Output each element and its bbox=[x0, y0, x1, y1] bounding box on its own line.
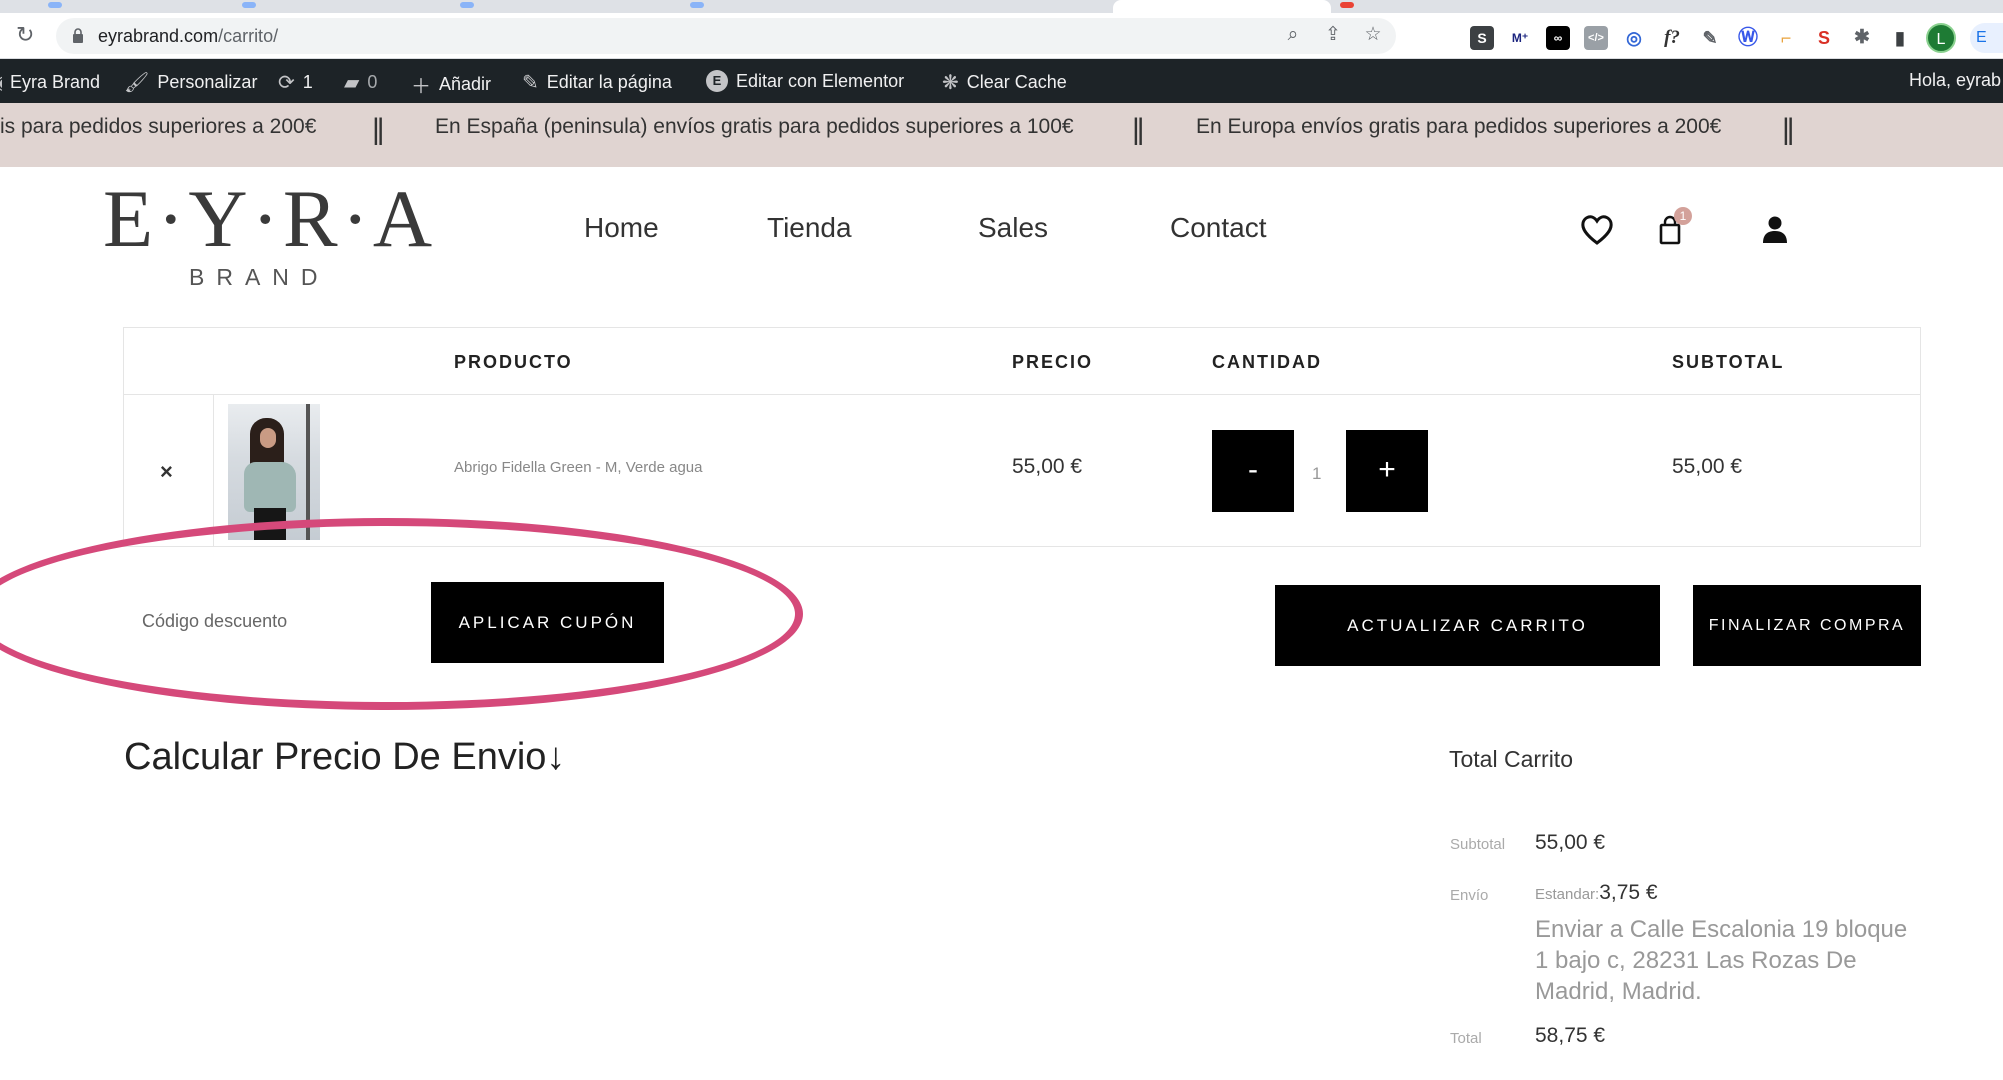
ext-font-icon[interactable]: f? bbox=[1660, 26, 1684, 50]
column-price: PRECIO bbox=[1012, 352, 1094, 372]
adminbar-account[interactable]: Hola, eyrab bbox=[1909, 70, 2001, 91]
adminbar-comments[interactable]: ▰ 0 bbox=[344, 70, 377, 95]
announcement-message: En España (peninsula) envíos gratis para… bbox=[435, 115, 1074, 138]
nav-tienda[interactable]: Tienda bbox=[767, 212, 852, 244]
ext-ruler-icon[interactable]: ⌐ bbox=[1774, 26, 1798, 50]
line-subtotal: 55,00 € bbox=[1672, 455, 1743, 478]
url-text: eyrabrand.com/carrito/ bbox=[98, 26, 279, 46]
comment-icon: ▰ bbox=[344, 72, 360, 94]
extensions-puzzle-icon[interactable]: ✱ bbox=[1850, 26, 1874, 50]
ext-s-icon[interactable]: S bbox=[1470, 26, 1494, 50]
wp-admin-bar: ◉ Eyra Brand 🖌 Personalizar ⟳ 1 ▰ 0 ＋ Añ… bbox=[0, 59, 2003, 103]
product-price: 55,00 € bbox=[1012, 455, 1083, 478]
tab-favicon bbox=[48, 2, 62, 8]
tab-favicon bbox=[690, 2, 704, 8]
announcement-separator: || bbox=[1782, 113, 1794, 146]
shipping-address: Enviar a Calle Escalonia 19 bloque 1 baj… bbox=[1535, 916, 1908, 1005]
bookmark-star-icon[interactable]: ☆ bbox=[1362, 24, 1384, 46]
ext-m-icon[interactable]: M⁺ bbox=[1508, 26, 1532, 50]
adminbar-new[interactable]: ＋ Añadir bbox=[411, 70, 491, 99]
shipping-label: Envío bbox=[1450, 887, 1489, 904]
annotation-ellipse bbox=[0, 518, 803, 710]
brush-icon: 🖌 bbox=[124, 72, 150, 94]
cart-count-badge: 1 bbox=[1674, 207, 1692, 225]
column-product: PRODUCTO bbox=[454, 352, 573, 372]
adminbar-edit-page[interactable]: ✎ Editar la página bbox=[522, 70, 672, 95]
ext-globe-icon[interactable]: ◎ bbox=[1622, 26, 1646, 50]
ext-eyedropper-icon[interactable]: ✎ bbox=[1698, 26, 1722, 50]
tab-favicon bbox=[460, 2, 474, 8]
browser-toolbar: ↻ eyrabrand.com/carrito/ ⌕ ⇪ ☆ S M⁺ ∞ </… bbox=[0, 13, 2003, 59]
ext-code-icon[interactable]: </> bbox=[1584, 26, 1608, 50]
nav-sales[interactable]: Sales bbox=[978, 212, 1048, 244]
announcement-separator: || bbox=[372, 113, 384, 146]
lock-icon bbox=[73, 28, 83, 43]
tab-favicon bbox=[1340, 2, 1354, 8]
announcement-separator: || bbox=[1132, 113, 1144, 146]
shipping-value: Estandar:3,75 € bbox=[1535, 881, 1658, 904]
browser-tabstrip bbox=[0, 0, 2003, 13]
ext-seo-icon[interactable]: S bbox=[1812, 26, 1836, 50]
refresh-icon: ⟳ bbox=[278, 72, 295, 94]
nav-home[interactable]: Home bbox=[584, 212, 659, 244]
address-bar[interactable]: eyrabrand.com/carrito/ ⌕ ⇪ ☆ bbox=[56, 18, 1396, 54]
zoom-icon[interactable]: ⌕ bbox=[1282, 24, 1304, 46]
checkout-button[interactable]: FINALIZAR COMPRA bbox=[1693, 585, 1921, 666]
quantity-decrease-button[interactable]: - bbox=[1212, 430, 1294, 512]
column-quantity: CANTIDAD bbox=[1212, 352, 1322, 372]
side-panel-icon[interactable]: ▮ bbox=[1888, 26, 1912, 50]
subtotal-value: 55,00 € bbox=[1535, 831, 1606, 854]
site-logo[interactable]: E·Y·R·A BRAND bbox=[103, 178, 432, 291]
wishlist-heart-icon[interactable] bbox=[1579, 212, 1615, 248]
cart-table: PRODUCTO PRECIO CANTIDAD SUBTOTAL × Abri… bbox=[123, 327, 1921, 547]
cart-totals-title: Total Carrito bbox=[1449, 746, 1573, 772]
elementor-icon: E bbox=[706, 70, 728, 92]
ext-wordpress-icon[interactable]: Ⓦ bbox=[1736, 26, 1760, 50]
subtotal-label: Subtotal bbox=[1450, 836, 1506, 853]
profile-pill[interactable]: E bbox=[1970, 23, 2003, 53]
quantity-increase-button[interactable]: + bbox=[1346, 430, 1428, 512]
active-tab[interactable] bbox=[1113, 0, 1331, 13]
share-icon[interactable]: ⇪ bbox=[1322, 24, 1344, 46]
tab-favicon bbox=[242, 2, 256, 8]
adminbar-clear-cache[interactable]: ❋ Clear Cache bbox=[942, 70, 1067, 95]
quantity-input[interactable]: 1 bbox=[1312, 464, 1321, 484]
extensions-bar: S M⁺ ∞ </> ◎ f? ✎ Ⓦ ⌐ S ✱ ▮ L E bbox=[1470, 23, 2003, 53]
adminbar-customize[interactable]: 🖌 Personalizar bbox=[124, 70, 257, 95]
home-icon: ◉ bbox=[0, 70, 2, 95]
remove-item-button[interactable]: × bbox=[160, 459, 173, 485]
adminbar-elementor[interactable]: E Editar con Elementor bbox=[706, 70, 904, 92]
announcement-bar: is para pedidos superiores a 200€ || En … bbox=[0, 103, 2003, 167]
nav-contact[interactable]: Contact bbox=[1170, 212, 1267, 244]
ext-infinity-icon[interactable]: ∞ bbox=[1546, 26, 1570, 50]
column-subtotal: SUBTOTAL bbox=[1672, 352, 1785, 372]
announcement-message: is para pedidos superiores a 200€ bbox=[0, 115, 317, 138]
account-user-icon[interactable] bbox=[1757, 212, 1793, 248]
cart-table-header: PRODUCTO PRECIO CANTIDAD SUBTOTAL bbox=[124, 328, 1920, 395]
total-value: 58,75 € bbox=[1535, 1024, 1606, 1047]
adminbar-site[interactable]: ◉ Eyra Brand bbox=[0, 70, 100, 95]
shipping-method: Estandar: bbox=[1535, 886, 1600, 903]
shipping-calculator-toggle[interactable]: Calcular Precio De Envio↓ bbox=[124, 736, 565, 779]
cell-divider bbox=[213, 395, 214, 547]
profile-avatar[interactable]: L bbox=[1926, 23, 1956, 53]
update-cart-button[interactable]: ACTUALIZAR CARRITO bbox=[1275, 585, 1660, 666]
reload-icon[interactable]: ↻ bbox=[16, 23, 40, 47]
pencil-icon: ✎ bbox=[522, 72, 539, 94]
product-name-link[interactable]: Abrigo Fidella Green - M, Verde agua bbox=[454, 459, 702, 476]
plus-icon: ＋ bbox=[411, 76, 431, 98]
adminbar-updates[interactable]: ⟳ 1 bbox=[278, 70, 313, 95]
announcement-message: En Europa envíos gratis para pedidos sup… bbox=[1196, 115, 1722, 138]
total-label: Total bbox=[1450, 1030, 1482, 1047]
cheetah-icon: ❋ bbox=[942, 72, 959, 94]
